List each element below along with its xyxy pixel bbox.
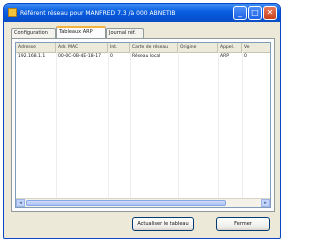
column-header-address[interactable]: Adresse [16, 43, 56, 52]
cell-mac: 00-0C-0B-4E-18-17 [58, 54, 101, 59]
table-row[interactable]: 192.168.1.1 00-0C-0B-4E-18-17 0 Réseau l… [16, 53, 270, 60]
scrollbar-thumb[interactable] [26, 200, 226, 206]
column-divider [56, 52, 57, 198]
cell-call: ARP [220, 54, 229, 59]
arp-table[interactable]: Adresse Adr. MAC Int. Carte de réseau Or… [15, 42, 271, 208]
cell-ve: 0 [244, 54, 247, 59]
tab-strip: Configuration Tableaux ARP Journal réf. [11, 26, 276, 38]
close-window-button[interactable]: ✕ [263, 6, 277, 20]
title-bar[interactable]: Référent réseau pour MANFRED 7.3 /à 000 … [4, 4, 280, 22]
cell-address: 192.168.1.1 [18, 54, 46, 59]
cell-network-card: Réseau local [132, 54, 161, 59]
column-header-network-card[interactable]: Carte de réseau [130, 43, 178, 52]
column-divider [242, 52, 243, 198]
scroll-left-icon[interactable]: ◂ [16, 199, 25, 207]
tab-panel: Adresse Adr. MAC Int. Carte de réseau Or… [11, 38, 275, 212]
cell-interface: 0 [110, 54, 113, 59]
column-header-origin[interactable]: Origine [178, 43, 218, 52]
tab-log[interactable]: Journal réf. [106, 28, 144, 38]
refresh-table-button[interactable]: Actualiser le tableau [132, 217, 194, 231]
app-icon [8, 8, 17, 17]
column-divider [130, 52, 131, 198]
column-divider [108, 52, 109, 198]
horizontal-scrollbar[interactable]: ◂ ▸ [16, 198, 270, 207]
main-window: Référent réseau pour MANFRED 7.3 /à 000 … [3, 3, 281, 239]
close-button[interactable]: Fermer [216, 217, 270, 231]
column-divider [218, 52, 219, 198]
minimize-button[interactable]: _ [233, 6, 247, 20]
window-title: Référent réseau pour MANFRED 7.3 /à 000 … [20, 10, 176, 17]
column-header-interface[interactable]: Int. [108, 43, 130, 52]
table-header: Adresse Adr. MAC Int. Carte de réseau Or… [16, 43, 270, 53]
tab-arp-tables[interactable]: Tableaux ARP [56, 26, 106, 38]
column-divider [178, 52, 179, 198]
scroll-right-icon[interactable]: ▸ [261, 199, 270, 207]
maximize-button[interactable]: □ [248, 6, 262, 20]
column-header-mac[interactable]: Adr. MAC [56, 43, 108, 52]
column-header-ve[interactable]: Ve [242, 43, 270, 52]
tab-configuration[interactable]: Configuration [11, 28, 56, 38]
column-header-call[interactable]: Appel. [218, 43, 242, 52]
cell-origin [178, 53, 218, 60]
